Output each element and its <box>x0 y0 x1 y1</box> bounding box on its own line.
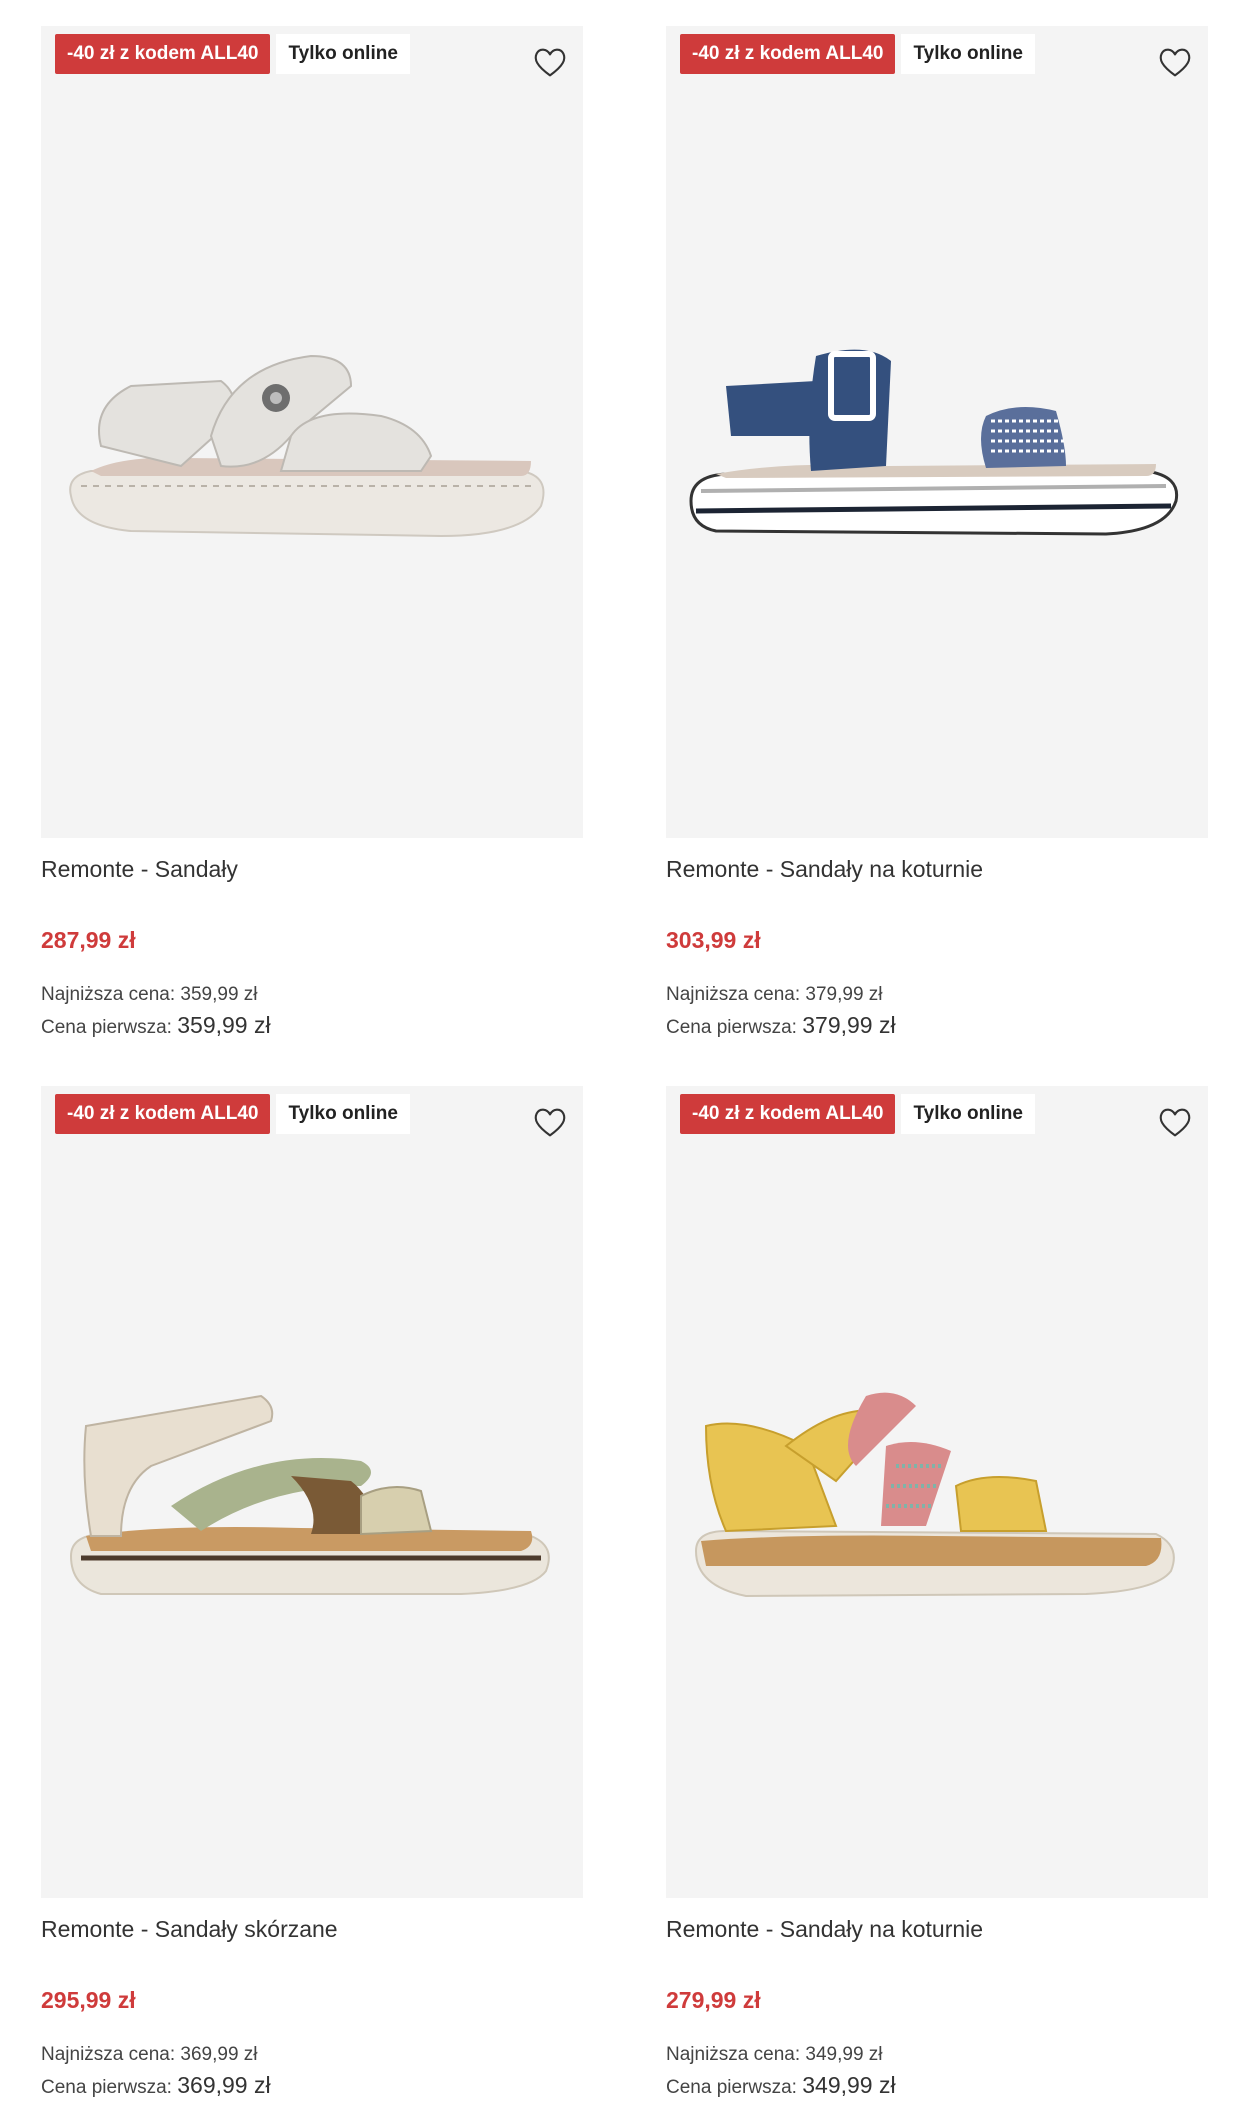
product-name[interactable]: Remonte - Sandały skórzane <box>41 1916 338 1943</box>
first-price-value: 369,99 zł <box>177 2072 271 2098</box>
product-price: 279,99 zł <box>666 1987 761 2013</box>
product-image-container[interactable]: -40 zł z kodem ALL40 Tylko online <box>41 1086 583 1898</box>
product-image-container[interactable]: -40 zł z kodem ALL40 Tylko online <box>666 26 1208 838</box>
first-price-value: 349,99 zł <box>802 2072 896 2098</box>
online-only-badge: Tylko online <box>901 34 1035 74</box>
lowest-price-row: Najniższa cena: 369,99 zł <box>41 2044 258 2066</box>
first-price-row: Cena pierwsza: 359,99 zł <box>41 1012 271 1039</box>
product-grid: -40 zł z kodem ALL40 Tylko online Remont… <box>0 0 1250 2123</box>
product-name[interactable]: Remonte - Sandały <box>41 856 238 883</box>
product-card[interactable]: -40 zł z kodem ALL40 Tylko online Remont… <box>41 26 583 1039</box>
lowest-price-value: 369,99 zł <box>180 2044 258 2065</box>
product-card[interactable]: -40 zł z kodem ALL40 Tylko online Remont… <box>666 26 1208 1039</box>
product-image <box>689 349 1179 536</box>
first-price-label: Cena pierwsza: <box>41 1017 172 1038</box>
heart-outline-icon[interactable] <box>1156 44 1194 82</box>
promo-badge: -40 zł z kodem ALL40 <box>55 34 271 74</box>
first-price-label: Cena pierwsza: <box>41 2077 172 2098</box>
online-only-badge: Tylko online <box>901 1094 1035 1134</box>
lowest-price-label: Najniższa cena: <box>41 2044 176 2065</box>
first-price-row: Cena pierwsza: 369,99 zł <box>41 2072 271 2099</box>
first-price-row: Cena pierwsza: 349,99 zł <box>666 2072 896 2099</box>
product-price: 303,99 zł <box>666 927 761 953</box>
product-image <box>694 1392 1175 1598</box>
lowest-price-value: 379,99 zł <box>805 984 883 1005</box>
lowest-price-row: Najniższa cena: 379,99 zł <box>666 984 883 1006</box>
product-image-container[interactable]: -40 zł z kodem ALL40 Tylko online <box>666 1086 1208 1898</box>
product-price: 287,99 zł <box>41 927 136 953</box>
product-image-container[interactable]: -40 zł z kodem ALL40 Tylko online <box>41 26 583 838</box>
first-price-row: Cena pierwsza: 379,99 zł <box>666 1012 896 1039</box>
lowest-price-label: Najniższa cena: <box>666 2044 801 2065</box>
heart-outline-icon[interactable] <box>531 44 569 82</box>
promo-badge: -40 zł z kodem ALL40 <box>680 34 896 74</box>
badges: -40 zł z kodem ALL40 Tylko online <box>55 34 410 74</box>
product-name[interactable]: Remonte - Sandały na koturnie <box>666 856 983 883</box>
product-card[interactable]: -40 zł z kodem ALL40 Tylko online Remont… <box>41 1086 583 2099</box>
product-price: 295,99 zł <box>41 1987 136 2013</box>
first-price-label: Cena pierwsza: <box>666 1017 797 1038</box>
product-image <box>69 1394 550 1595</box>
online-only-badge: Tylko online <box>276 34 410 74</box>
lowest-price-label: Najniższa cena: <box>41 984 176 1005</box>
online-only-badge: Tylko online <box>276 1094 410 1134</box>
badges: -40 zł z kodem ALL40 Tylko online <box>55 1094 410 1134</box>
heart-outline-icon[interactable] <box>1156 1104 1194 1142</box>
promo-badge: -40 zł z kodem ALL40 <box>680 1094 896 1134</box>
badges: -40 zł z kodem ALL40 Tylko online <box>680 34 1035 74</box>
heart-outline-icon[interactable] <box>531 1104 569 1142</box>
product-name[interactable]: Remonte - Sandały na koturnie <box>666 1916 983 1943</box>
badges: -40 zł z kodem ALL40 Tylko online <box>680 1094 1035 1134</box>
first-price-value: 379,99 zł <box>802 1012 896 1038</box>
lowest-price-label: Najniższa cena: <box>666 984 801 1005</box>
promo-badge: -40 zł z kodem ALL40 <box>55 1094 271 1134</box>
first-price-label: Cena pierwsza: <box>666 2077 797 2098</box>
first-price-value: 359,99 zł <box>177 1012 271 1038</box>
lowest-price-value: 349,99 zł <box>805 2044 883 2065</box>
lowest-price-row: Najniższa cena: 359,99 zł <box>41 984 258 1006</box>
lowest-price-row: Najniższa cena: 349,99 zł <box>666 2044 883 2066</box>
lowest-price-value: 359,99 zł <box>180 984 258 1005</box>
product-card[interactable]: -40 zł z kodem ALL40 Tylko online Remont… <box>666 1086 1208 2099</box>
product-image <box>69 354 545 538</box>
